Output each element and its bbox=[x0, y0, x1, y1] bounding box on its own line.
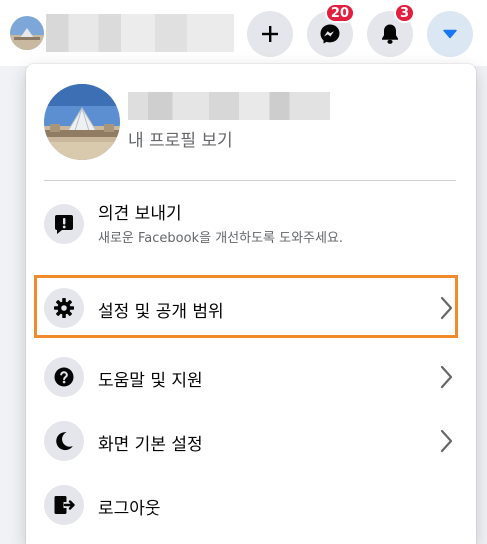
plus-icon bbox=[262, 26, 278, 42]
caret-down-icon bbox=[443, 29, 457, 39]
help-support-item[interactable]: 도움말 및 지원 bbox=[34, 346, 460, 408]
messenger-icon bbox=[320, 24, 340, 44]
chevron-right-icon bbox=[432, 363, 460, 391]
feedback-icon-circle bbox=[44, 204, 84, 244]
display-settings-label: 화면 기본 설정 bbox=[98, 435, 203, 455]
bell-icon bbox=[382, 24, 398, 44]
send-feedback-label: 의견 보내기 bbox=[98, 204, 182, 224]
display-icon-circle bbox=[44, 421, 84, 461]
chevron-right-icon bbox=[432, 427, 460, 455]
question-icon bbox=[54, 367, 74, 387]
profile-avatar-small[interactable] bbox=[10, 16, 44, 50]
profile-avatar-large bbox=[44, 84, 120, 160]
profile-row[interactable]: 내 프로필 보기 bbox=[44, 84, 458, 174]
send-feedback-subtitle: 새로운 Facebook을 개선하도록 도와주세요. bbox=[98, 231, 344, 246]
logout-label: 로그아웃 bbox=[98, 499, 161, 519]
logout-icon-circle bbox=[44, 485, 84, 525]
highlight-box bbox=[34, 275, 458, 338]
messenger-button[interactable]: 20 bbox=[307, 3, 355, 57]
moon-icon bbox=[56, 432, 73, 451]
logout-icon bbox=[54, 496, 75, 514]
account-menu-panel: 내 프로필 보기 의견 보내기 새로운 Facebook을 개선하도록 도와주세… bbox=[26, 64, 476, 544]
help-icon-circle bbox=[44, 357, 84, 397]
help-support-label: 도움말 및 지원 bbox=[98, 371, 203, 391]
account-menu-button[interactable] bbox=[427, 11, 473, 57]
create-button[interactable] bbox=[247, 11, 293, 57]
display-settings-item[interactable]: 화면 기본 설정 bbox=[34, 410, 460, 472]
profile-name-blurred bbox=[128, 92, 330, 120]
logout-item[interactable]: 로그아웃 bbox=[34, 474, 460, 536]
send-feedback-item[interactable]: 의견 보내기 새로운 Facebook을 개선하도록 도와주세요. bbox=[34, 193, 460, 255]
notifications-button[interactable]: 3 bbox=[367, 3, 415, 57]
profile-name-blurred bbox=[46, 14, 234, 52]
view-profile-link: 내 프로필 보기 bbox=[128, 131, 233, 151]
notifications-badge: 3 bbox=[393, 3, 415, 23]
feedback-icon bbox=[55, 215, 73, 234]
top-navigation-bar: 20 3 bbox=[0, 0, 487, 66]
menu-divider bbox=[44, 180, 456, 181]
messenger-badge: 20 bbox=[324, 3, 355, 23]
